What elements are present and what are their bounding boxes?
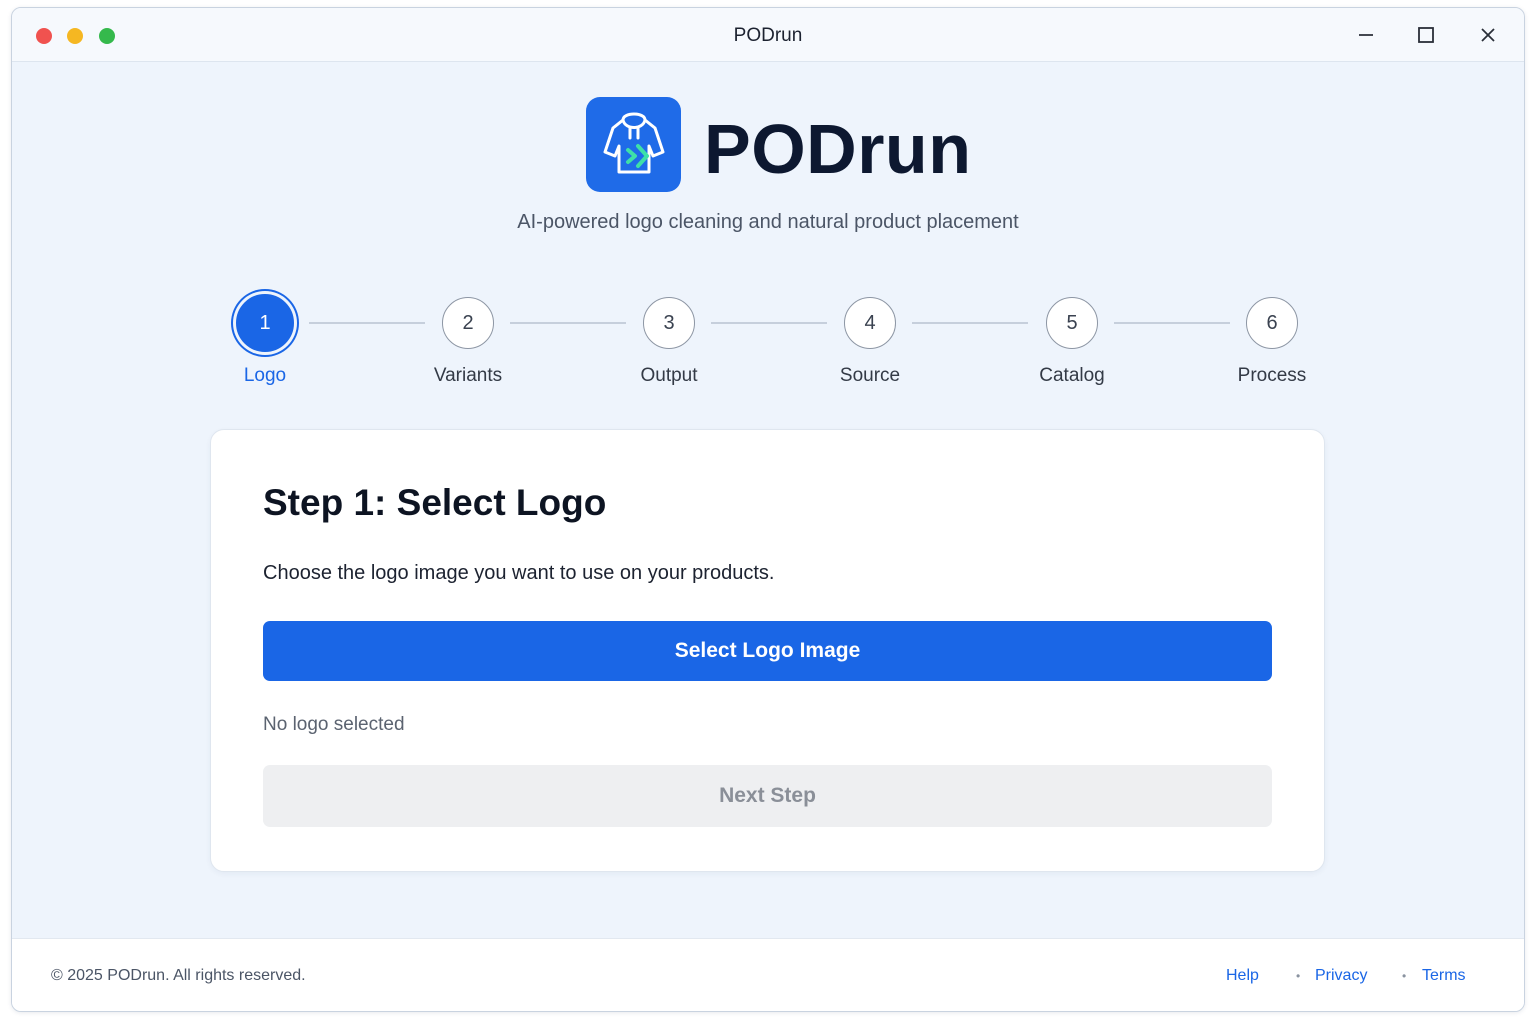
step-3-circle[interactable]: 3 [643, 297, 695, 349]
title-bar: PODrun [12, 8, 1524, 62]
maximize-button[interactable] [1409, 20, 1443, 50]
logo-status-text: No logo selected [263, 714, 405, 735]
next-step-button[interactable]: Next Step [263, 765, 1272, 827]
step-3-label: Output [640, 365, 698, 386]
step-connector [912, 322, 1028, 324]
select-logo-button[interactable]: Select Logo Image [263, 621, 1272, 681]
step-2-circle[interactable]: 2 [442, 297, 494, 349]
step-5-circle[interactable]: 5 [1046, 297, 1098, 349]
step-description: Choose the logo image you want to use on… [263, 562, 775, 584]
step-connector [1114, 322, 1230, 324]
main-content: PODrun AI-powered logo cleaning and natu… [12, 63, 1524, 938]
step-1-circle[interactable]: 1 [236, 294, 294, 352]
close-button[interactable] [1471, 20, 1505, 50]
app-logo [586, 97, 681, 192]
close-icon [1481, 28, 1495, 42]
maximize-icon [1418, 27, 1434, 43]
step-connector [510, 322, 626, 324]
terms-link[interactable]: Terms [1422, 967, 1466, 985]
privacy-link[interactable]: Privacy [1315, 967, 1367, 985]
window-title: PODrun [733, 25, 803, 46]
app-window: PODrun PODrun AI-powered logo cleaning a… [11, 7, 1525, 1012]
progress-stepper: 1 2 3 4 5 6 Logo Variants Output Source … [12, 285, 1524, 395]
copyright-text: © 2025 PODrun. All rights reserved. [51, 967, 306, 984]
step-2-label: Variants [433, 365, 503, 386]
separator-dot-icon: • [1296, 969, 1301, 983]
step-connector [711, 322, 827, 324]
step-connector [309, 322, 425, 324]
step-6-label: Process [1237, 365, 1307, 386]
brand-name: PODrun [704, 110, 972, 188]
step-4-circle[interactable]: 4 [844, 297, 896, 349]
minimize-button[interactable] [1349, 20, 1383, 50]
minimize-icon [1359, 34, 1373, 36]
step-6-circle[interactable]: 6 [1246, 297, 1298, 349]
help-link[interactable]: Help [1226, 967, 1259, 985]
footer: © 2025 PODrun. All rights reserved. Help… [12, 938, 1524, 1011]
step-title: Step 1: Select Logo [263, 482, 607, 523]
separator-dot-icon: • [1402, 969, 1407, 983]
tagline: AI-powered logo cleaning and natural pro… [517, 211, 1019, 233]
step-5-label: Catalog [1039, 365, 1105, 386]
hoodie-arrow-icon [603, 112, 664, 173]
step-4-label: Source [839, 365, 901, 386]
step-card: Step 1: Select Logo Choose the logo imag… [210, 429, 1325, 872]
step-1-label: Logo [243, 365, 287, 386]
